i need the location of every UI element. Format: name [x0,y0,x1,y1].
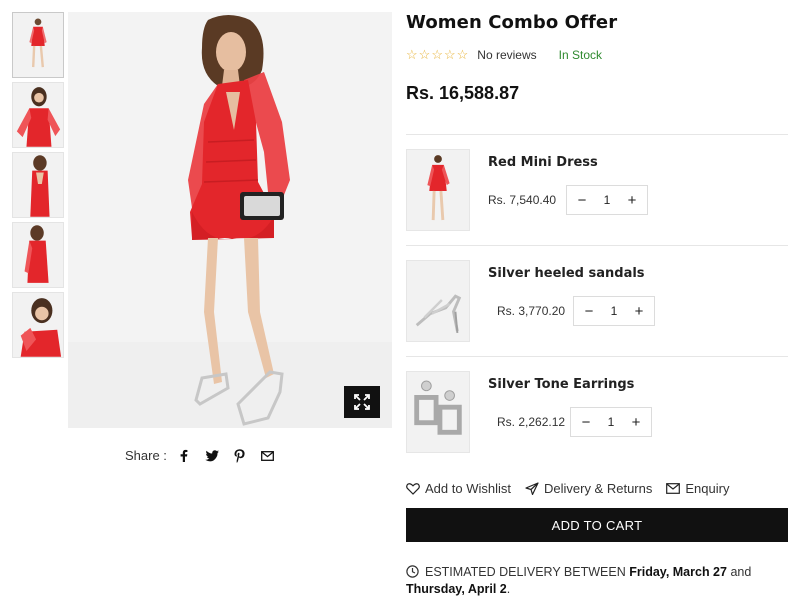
combo-item-name[interactable]: Red Mini Dress [488,155,598,170]
combo-item-sandals: Silver heeled sandals Rs. 3,770.20 − 1 + [406,246,788,356]
combo-item-dress: Red Mini Dress Rs. 7,540.40 − 1 + [406,135,788,245]
zoom-button[interactable] [344,386,380,418]
combo-item-name[interactable]: Silver Tone Earrings [488,377,634,392]
delivery-returns-link[interactable]: Delivery & Returns [525,481,652,496]
product-info: Women Combo Offer ☆ ☆ ☆ ☆ ☆ No reviews I… [406,12,788,596]
stock-status: In Stock [558,48,602,62]
star-rating[interactable]: ☆ ☆ ☆ ☆ ☆ [406,47,468,63]
share-row: Share : [125,448,275,463]
dress-full-thumbnail-image [13,13,63,77]
combo-item-price: Rs. 3,770.20 [497,304,566,318]
red-dress-model-image [68,12,392,428]
envelope-icon [666,483,681,494]
twitter-icon[interactable] [204,449,219,463]
delivery-joiner: and [730,565,752,579]
facebook-icon[interactable] [177,449,191,463]
combo-item-price: Rs. 2,262.12 [497,415,566,429]
share-label: Share : [125,448,167,463]
silver-sandals-image [407,261,469,341]
thumbnail-5[interactable] [12,292,64,358]
star-empty-icon: ☆ [431,47,443,62]
decrease-quantity-button[interactable]: − [582,303,596,320]
reviews-count[interactable]: No reviews [477,48,536,62]
combo-item-earrings: Silver Tone Earrings Rs. 2,262.12 − 1 + [406,357,788,467]
star-empty-icon: ☆ [406,47,418,62]
star-empty-icon: ☆ [443,47,456,62]
combo-item-image[interactable] [406,260,470,342]
send-icon [525,482,539,495]
combo-item-image[interactable] [406,371,470,453]
decrease-quantity-button[interactable]: − [575,192,589,209]
increase-quantity-button[interactable]: + [629,414,643,431]
star-empty-icon: ☆ [456,47,469,62]
add-to-cart-button[interactable]: ADD TO CART [406,508,788,542]
red-dress-image [407,150,469,230]
delivery-suffix: . [506,582,511,596]
quantity-value[interactable]: 1 [604,304,624,318]
star-empty-icon: ☆ [418,47,431,62]
increase-quantity-button[interactable]: + [632,303,646,320]
quantity-value[interactable]: 1 [597,193,617,207]
enquiry-link[interactable]: Enquiry [666,481,729,496]
decrease-quantity-button[interactable]: − [579,414,593,431]
dress-closeup-thumbnail-image [13,293,63,357]
combo-item-image[interactable] [406,149,470,231]
delivery-end-date: Thursday, April 2 [406,582,507,596]
wishlist-link[interactable]: Add to Wishlist [406,481,511,496]
main-product-image[interactable] [68,12,392,428]
quantity-value[interactable]: 1 [601,415,621,429]
expand-icon [354,394,370,410]
increase-quantity-button[interactable]: + [625,192,639,209]
email-icon[interactable] [261,449,275,463]
quantity-stepper: − 1 + [570,407,652,437]
silver-earrings-image [407,372,469,452]
thumbnail-2[interactable] [12,82,64,148]
quantity-stepper: − 1 + [566,185,648,215]
estimated-delivery: ESTIMATED DELIVERY BETWEEN Friday, March… [406,564,788,596]
dress-back-thumbnail-image [13,153,63,217]
delivery-prefix: ESTIMATED DELIVERY BETWEEN [425,565,626,579]
wishlist-label: Add to Wishlist [425,481,511,496]
combo-item-name[interactable]: Silver heeled sandals [488,266,645,281]
clock-icon [406,565,419,578]
heart-icon [406,482,420,495]
quantity-stepper: − 1 + [573,296,655,326]
combo-item-price: Rs. 7,540.40 [488,193,557,207]
thumbnail-1[interactable] [12,12,64,78]
rating-row: ☆ ☆ ☆ ☆ ☆ No reviews In Stock [406,47,788,63]
delivery-start-date: Friday, March 27 [629,565,727,579]
dress-front-thumbnail-image [13,83,63,147]
product-title: Women Combo Offer [406,12,618,33]
enquiry-label: Enquiry [685,481,730,496]
thumbnail-4[interactable] [12,222,64,288]
thumbnail-3[interactable] [12,152,64,218]
pinterest-icon[interactable] [233,448,247,463]
product-price: Rs. 16,588.87 [406,83,520,103]
thumbnail-strip [12,12,64,362]
dress-side-thumbnail-image [13,223,63,287]
product-actions: Add to Wishlist Delivery & Returns Enqui… [406,481,788,496]
delivery-returns-label: Delivery & Returns [543,481,653,496]
